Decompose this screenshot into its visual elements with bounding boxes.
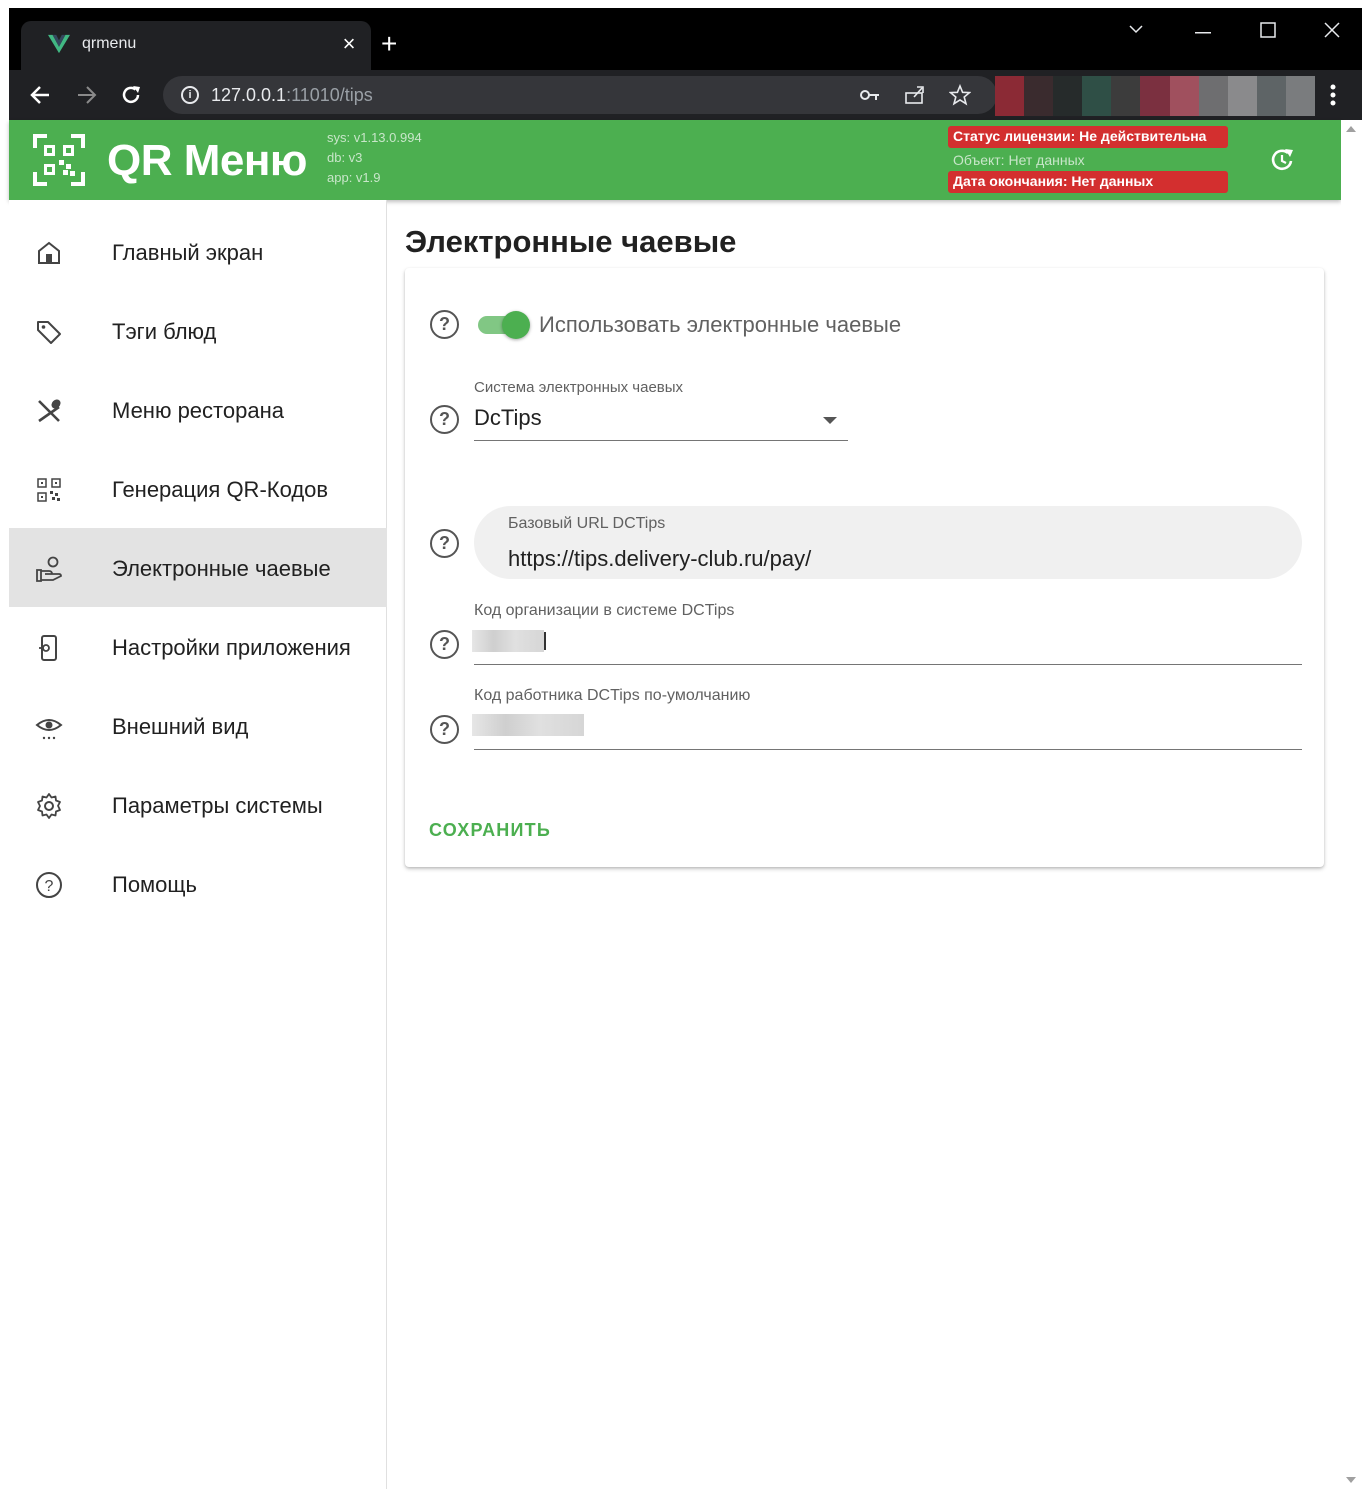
save-button[interactable]: СОХРАНИТЬ [429, 820, 551, 841]
org-code-input[interactable] [472, 630, 544, 652]
scroll-up-icon[interactable] [1346, 126, 1356, 132]
sidebar-item-label: Главный экран [112, 240, 264, 265]
sidebar-item-label: Помощь [112, 872, 197, 897]
minimize-icon[interactable] [1195, 32, 1211, 34]
use-tips-label: Использовать электронные чаевые [539, 312, 902, 337]
sidebar-item-appearance[interactable]: Внешний вид [9, 686, 387, 765]
url-path: :11010/tips [286, 85, 373, 105]
sidebar-item-system[interactable]: Параметры системы [9, 765, 387, 844]
reload-icon[interactable] [120, 84, 142, 106]
text-cursor [544, 632, 546, 650]
select-underline [474, 440, 848, 441]
maximize-icon[interactable] [1260, 22, 1276, 38]
sidebar-item-home[interactable]: Главный экран [9, 212, 387, 291]
sidebar-item-label: Настройки приложения [112, 635, 351, 660]
app-version: app: v1.9 [327, 170, 381, 185]
back-icon[interactable] [29, 84, 51, 106]
qr-logo-icon [33, 134, 85, 186]
url-host: 127.0.0.1 [211, 85, 287, 105]
org-code-label: Код организации в системе DCTips [474, 602, 735, 619]
new-tab-button[interactable]: + [381, 30, 397, 58]
tab-strip: qrmenu × + [9, 8, 1362, 70]
browser-toolbar: i 127.0.0.1:11010/tips [9, 70, 1362, 120]
phone-settings-icon [39, 635, 57, 661]
tips-settings-card: ? Использовать электронные чаевые Систем… [405, 268, 1324, 867]
tips-system-label: Система электронных чаевых [474, 379, 684, 396]
toggle-knob [502, 311, 530, 339]
key-icon[interactable] [860, 88, 880, 102]
org-code-underline [474, 664, 1302, 665]
sidebar-item-label: Тэги блюд [112, 319, 217, 344]
refresh-icon[interactable] [1269, 146, 1297, 174]
db-version: db: v3 [327, 150, 363, 165]
svg-text:?: ? [45, 878, 54, 895]
license-info: Статус лицензии: Не действительна Объект… [948, 126, 1228, 193]
tips-system-select[interactable]: DcTips [474, 405, 542, 431]
tip-hand-icon [36, 556, 62, 582]
browser-tab[interactable]: qrmenu × [21, 21, 371, 70]
forward-icon[interactable] [76, 84, 98, 106]
vue-logo-icon [48, 34, 70, 54]
base-url-field[interactable]: Базовый URL DCTips https://tips.delivery… [474, 506, 1302, 579]
sidebar-item-menu[interactable]: Меню ресторана [9, 370, 387, 449]
sidebar: Главный экран Тэги блюд Меню ресторана Г… [9, 200, 387, 1489]
browser-menu-icon[interactable] [1330, 84, 1336, 106]
eye-icon [35, 719, 63, 740]
app-header: QR Меню sys: v1.13.0.994 db: v3 app: v1.… [9, 120, 1341, 200]
site-info-icon[interactable]: i [181, 86, 199, 104]
home-icon [38, 241, 60, 264]
worker-code-underline [474, 749, 1302, 750]
sidebar-item-label: Генерация QR-Кодов [112, 477, 329, 502]
tag-icon [37, 321, 61, 344]
help-icon[interactable]: ? [430, 715, 459, 744]
help-icon[interactable]: ? [430, 630, 459, 659]
help-icon[interactable]: ? [430, 310, 459, 339]
extensions-area[interactable] [995, 76, 1316, 116]
sidebar-item-qr[interactable]: Генерация QR-Кодов [9, 449, 387, 528]
license-status-badge: Статус лицензии: Не действительна [948, 126, 1228, 148]
help-icon[interactable]: ? [430, 405, 459, 434]
window-close-icon[interactable] [1323, 21, 1341, 39]
tab-close-icon[interactable]: × [338, 31, 360, 57]
tab-search-icon[interactable] [1129, 24, 1143, 34]
base-url-value: https://tips.delivery-club.ru/pay/ [508, 546, 812, 571]
base-url-label: Базовый URL DCTips [508, 515, 666, 532]
sidebar-item-label: Меню ресторана [112, 398, 284, 423]
page-title: Электронные чаевые [405, 224, 737, 259]
sidebar-item-label: Внешний вид [112, 714, 249, 739]
scroll-down-icon[interactable] [1346, 1477, 1356, 1483]
worker-code-input[interactable] [472, 714, 584, 736]
sidebar-item-tags[interactable]: Тэги блюд [9, 291, 387, 370]
address-bar[interactable]: i 127.0.0.1:11010/tips [163, 76, 997, 114]
help-icon[interactable]: ? [430, 529, 459, 558]
share-icon[interactable] [904, 85, 926, 105]
page-scrollbar[interactable] [1341, 120, 1362, 1489]
qr-code-icon [37, 478, 61, 502]
app-title: QR Меню [107, 136, 308, 185]
license-object: Объект: Нет данных [953, 152, 1085, 168]
sidebar-item-label: Параметры системы [112, 793, 323, 818]
utensils-icon [38, 399, 61, 423]
worker-code-label: Код работника DCTips по-умолчанию [474, 687, 751, 704]
sidebar-item-app-settings[interactable]: Настройки приложения [9, 607, 387, 686]
bookmark-star-icon[interactable] [949, 84, 971, 106]
use-tips-toggle[interactable] [476, 310, 532, 339]
tab-title: qrmenu [82, 35, 137, 52]
browser-window: qrmenu × + i 127.0.0.1:11010/tips QR Мен… [9, 8, 1362, 1489]
sys-version: sys: v1.13.0.994 [327, 130, 422, 145]
sidebar-item-tips[interactable]: Электронные чаевые [9, 528, 387, 607]
url-text: 127.0.0.1:11010/tips [211, 85, 373, 106]
gear-icon [37, 793, 61, 819]
chevron-down-icon[interactable] [823, 417, 837, 424]
license-expiry-badge: Дата окончания: Нет данных [948, 171, 1228, 193]
sidebar-item-label: Электронные чаевые [112, 556, 331, 581]
help-icon: ? [36, 872, 62, 898]
version-info: sys: v1.13.0.994 db: v3 app: v1.9 [327, 128, 422, 188]
sidebar-item-help[interactable]: ? Помощь [9, 844, 387, 923]
